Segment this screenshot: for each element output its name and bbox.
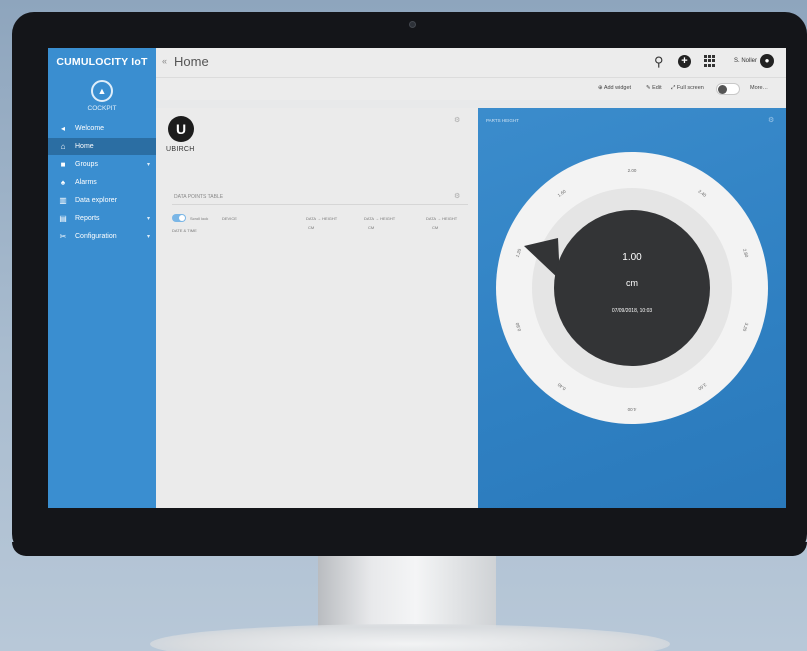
sidebar-item-label: Welcome bbox=[75, 125, 105, 132]
sidebar-item-reports[interactable]: ▤ Reports ▾ bbox=[48, 210, 156, 227]
sidebar-item-label: Alarms bbox=[75, 179, 97, 186]
gear-icon[interactable]: ⚙ bbox=[454, 116, 460, 124]
data-points-title: DATA POINTS TABLE bbox=[174, 194, 224, 200]
brand-title: CUMULOCITY IoT bbox=[56, 56, 148, 68]
cockpit-icon[interactable]: ▲ bbox=[91, 80, 113, 102]
gauge-unit: cm bbox=[626, 278, 638, 288]
user-avatar-icon[interactable]: ● bbox=[760, 54, 774, 68]
chevron-down-icon: ▾ bbox=[146, 162, 150, 168]
add-widget-button[interactable]: ⊕ Add widget bbox=[598, 85, 631, 91]
folder-icon: ■ bbox=[60, 160, 66, 169]
gear-icon[interactable]: ⚙ bbox=[454, 192, 460, 200]
gauge-timestamp: 07/09/2018, 10:03 bbox=[612, 308, 653, 314]
sidebar-item-alarms[interactable]: ♠ Alarms bbox=[48, 174, 156, 191]
sidebar-item-label: Data explorer bbox=[75, 197, 118, 204]
full-screen-button[interactable]: ⤢ Full screen bbox=[671, 85, 704, 92]
report-icon: ▤ bbox=[59, 214, 67, 223]
sidebar: CUMULOCITY IoT ▲ COCKPIT ◂ Welcome ⌂ Hom… bbox=[48, 48, 156, 508]
sidebar-item-label: Home bbox=[75, 143, 94, 150]
column-header-date: DATE & TIME bbox=[172, 228, 197, 233]
megaphone-icon: ◂ bbox=[60, 124, 65, 133]
gauge-center bbox=[554, 210, 710, 366]
top-bar: « Home ⚲ + S. Noller ● bbox=[156, 48, 786, 78]
unit-label: CM bbox=[308, 225, 315, 230]
column-header-height: DATA → HEIGHT bbox=[426, 216, 458, 221]
divider bbox=[172, 204, 468, 205]
search-icon[interactable]: ⚲ bbox=[654, 54, 664, 70]
sidebar-item-label: Configuration bbox=[75, 233, 117, 240]
column-header-height: DATA → HEIGHT bbox=[306, 216, 338, 221]
sidebar-item-groups[interactable]: ■ Groups ▾ bbox=[48, 156, 156, 173]
scroll-lock-toggle[interactable] bbox=[172, 214, 186, 222]
gauge-tick-label: 2.00 bbox=[628, 168, 637, 173]
more-button[interactable]: More… bbox=[750, 85, 768, 91]
sidebar-item-label: Reports bbox=[75, 215, 100, 222]
chevron-down-icon: ▾ bbox=[146, 216, 150, 222]
sidebar-item-label: Groups bbox=[75, 161, 98, 168]
tools-icon: ✂ bbox=[59, 232, 67, 241]
sidebar-item-configuration[interactable]: ✂ Configuration ▾ bbox=[48, 228, 156, 245]
gauge-tick-label: 4.00 bbox=[627, 407, 636, 412]
scroll-lock-label: Scroll lock bbox=[190, 216, 209, 221]
screen: CUMULOCITY IoT ▲ COCKPIT ◂ Welcome ⌂ Hom… bbox=[48, 48, 786, 508]
column-header-height: DATA → HEIGHT bbox=[364, 216, 396, 221]
ubirch-wordmark: UBIRCH bbox=[166, 146, 195, 153]
app-switcher-icon[interactable] bbox=[704, 55, 716, 67]
monitor-base bbox=[150, 624, 670, 651]
bell-icon: ♠ bbox=[60, 178, 66, 187]
unit-label: CM bbox=[432, 225, 439, 230]
app-label: COCKPIT bbox=[87, 105, 117, 112]
collapse-sidebar-icon[interactable]: « bbox=[162, 56, 167, 66]
monitor-chin bbox=[12, 542, 807, 556]
add-icon[interactable]: + bbox=[678, 55, 691, 68]
widget-panel-left: U UBIRCH ⚙ DATA POINTS TABLE ⚙ Scroll lo… bbox=[156, 108, 478, 508]
unit-label: CM bbox=[368, 225, 375, 230]
chevron-down-icon: ▾ bbox=[146, 234, 150, 240]
gauge-chart: 2.002.402.803.203.604.000.400.801.201.60… bbox=[496, 152, 768, 424]
edit-button[interactable]: ✎ Edit bbox=[646, 85, 662, 91]
dashboard-toggle[interactable] bbox=[716, 83, 740, 95]
action-bar: ⊕ Add widget ✎ Edit ⤢ Full screen More… bbox=[156, 78, 786, 100]
page-title: Home bbox=[174, 54, 209, 69]
camera-icon bbox=[409, 21, 416, 28]
sidebar-item-home[interactable]: ⌂ Home bbox=[48, 138, 156, 155]
chart-icon: ▥ bbox=[59, 196, 67, 205]
home-icon: ⌂ bbox=[60, 142, 66, 151]
widget-panel-gauge: PARTS HEIGHT ⚙ 2.00 2.40 2.80 3.20 3.60 4.00 0… bbox=[478, 108, 786, 508]
gauge-value: 1.00 bbox=[622, 252, 642, 263]
user-name[interactable]: S. Noller bbox=[734, 58, 757, 64]
sidebar-item-data-explorer[interactable]: ▥ Data explorer bbox=[48, 192, 156, 209]
sidebar-item-welcome[interactable]: ◂ Welcome bbox=[48, 120, 156, 137]
column-header-device: DEVICE bbox=[222, 216, 237, 221]
ubirch-logo: U bbox=[168, 116, 194, 142]
